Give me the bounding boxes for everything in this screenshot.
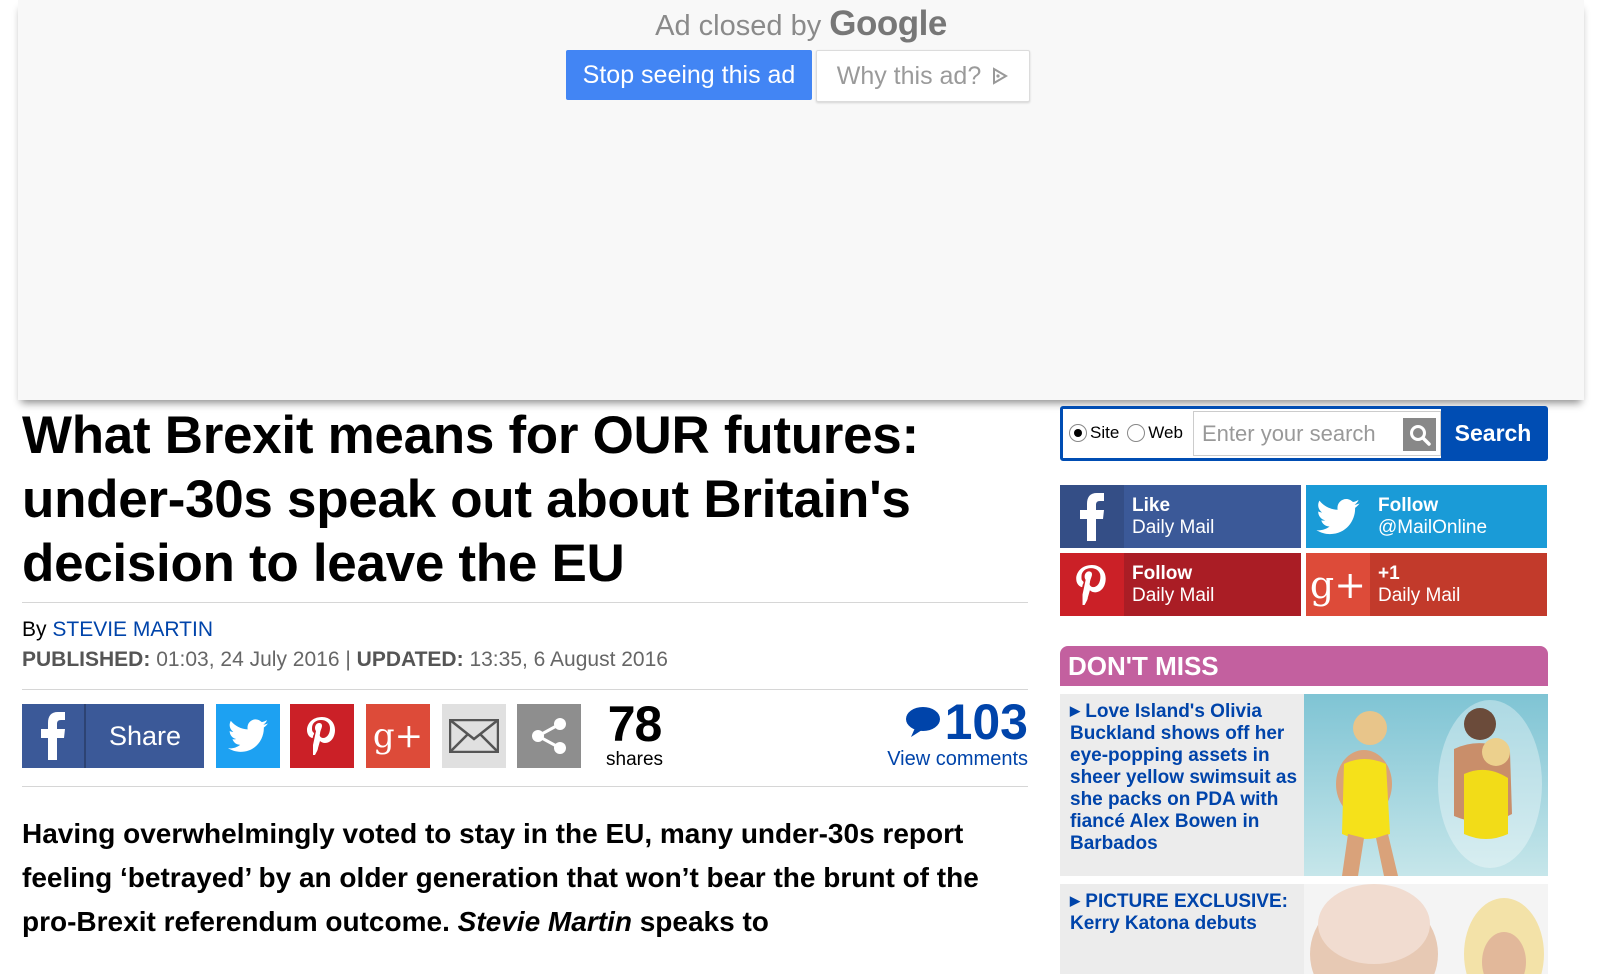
pinterest-share-button[interactable] — [290, 704, 354, 768]
updated-date: 13:35, 6 August 2016 — [469, 648, 668, 671]
view-comments-link[interactable]: View comments — [887, 748, 1028, 770]
comments-counter[interactable]: 103 View comments — [887, 696, 1028, 771]
dont-miss-item[interactable]: ▶ Love Island's Olivia Buckland shows of… — [1060, 694, 1548, 876]
email-share-button[interactable] — [442, 704, 506, 768]
googleplus-plusone-button[interactable]: g+ +1 Daily Mail — [1306, 553, 1547, 616]
twitter-follow-action: Follow — [1378, 494, 1439, 516]
divider — [22, 786, 1028, 787]
radio-web-label: Web — [1148, 423, 1183, 442]
twitter-share-button[interactable] — [216, 704, 280, 768]
byline: By STEVIE MARTIN — [22, 618, 213, 642]
date-separator: | — [345, 648, 351, 671]
facebook-like-action: Like — [1132, 494, 1171, 516]
share-count-number: 78 — [607, 696, 663, 752]
share-count-label: shares — [606, 749, 664, 770]
pinterest-follow-text: Follow Daily Mail — [1124, 563, 1214, 607]
facebook-share-label: Share — [108, 720, 182, 751]
envelope-icon — [449, 719, 499, 753]
pinterest-follow-target: Daily Mail — [1132, 584, 1215, 606]
share-icon — [532, 718, 566, 754]
dont-miss-header: DON'T MISS — [1060, 646, 1548, 686]
facebook-like-button[interactable]: Like Daily Mail — [1060, 485, 1301, 548]
facebook-icon — [1060, 485, 1124, 548]
google-logo: Google — [829, 4, 947, 43]
dont-miss-item-thumbnail[interactable] — [1304, 694, 1548, 876]
pinterest-follow-button[interactable]: Follow Daily Mail — [1060, 553, 1301, 616]
facebook-icon — [22, 704, 86, 768]
stop-seeing-ad-button[interactable]: Stop seeing this ad — [566, 50, 812, 100]
dont-miss-item-text[interactable]: ▶ PICTURE EXCLUSIVE: Kerry Katona debuts — [1070, 890, 1300, 935]
googleplus-action: +1 — [1378, 562, 1400, 584]
search-icon — [1409, 424, 1431, 446]
facebook-like-target: Daily Mail — [1132, 516, 1215, 538]
published-label: PUBLISHED: — [22, 648, 151, 671]
googleplus-text: +1 Daily Mail — [1370, 563, 1460, 607]
divider — [22, 602, 1028, 603]
article-dates: PUBLISHED: 01:03, 24 July 2016 | UPDATED… — [22, 648, 668, 672]
facebook-like-text: Like Daily Mail — [1124, 495, 1214, 539]
divider — [22, 689, 1028, 690]
speech-bubble-icon — [905, 707, 940, 737]
adchoices-icon — [993, 67, 1009, 85]
comments-count-number: 103 — [944, 694, 1028, 750]
share-count: 78 shares — [606, 698, 663, 770]
twitter-icon — [228, 719, 268, 752]
search-scope: Site Web — [1069, 423, 1183, 443]
magnifier-button[interactable] — [1403, 418, 1436, 451]
twitter-follow-button[interactable]: Follow @MailOnline — [1306, 485, 1547, 548]
updated-label: UPDATED: — [356, 648, 464, 671]
ad-container: Ad closed by Google Stop seeing this ad … — [18, 0, 1584, 400]
googleplus-icon: g+ — [372, 716, 424, 756]
twitter-icon — [1306, 485, 1370, 548]
dont-miss-item[interactable]: ▶ PICTURE EXCLUSIVE: Kerry Katona debuts — [1060, 884, 1548, 974]
radio-site-label: Site — [1090, 423, 1120, 442]
ad-closed-message: Ad closed by Google — [18, 4, 1584, 44]
article-lede: Having overwhelmingly voted to stay in t… — [22, 812, 1032, 944]
googleplus-share-button[interactable]: g+ — [366, 704, 430, 768]
more-share-button[interactable] — [517, 704, 581, 768]
radio-web-indicator[interactable] — [1127, 424, 1146, 442]
radio-web[interactable]: Web — [1127, 423, 1183, 443]
googleplus-target: Daily Mail — [1378, 584, 1461, 606]
article-headline: What Brexit means for OUR futures: under… — [22, 406, 919, 593]
radio-site[interactable]: Site — [1069, 423, 1119, 443]
twitter-follow-text: Follow @MailOnline — [1370, 495, 1487, 539]
radio-site-indicator[interactable] — [1069, 424, 1087, 442]
pinterest-icon — [1060, 553, 1124, 616]
lede-author-name: Stevie Martin — [457, 906, 632, 937]
pinterest-follow-action: Follow — [1132, 562, 1193, 584]
googleplus-icon: g+ — [1306, 553, 1370, 616]
twitter-follow-target: @MailOnline — [1378, 516, 1488, 538]
dont-miss-item-headline[interactable]: Love Island's Olivia Buckland shows off … — [1070, 701, 1297, 854]
search-button[interactable]: Search — [1441, 409, 1545, 458]
dont-miss-item-thumbnail[interactable] — [1304, 884, 1548, 974]
why-this-ad-button[interactable]: Why this ad? — [816, 50, 1030, 102]
facebook-share-button[interactable]: Share — [22, 704, 204, 768]
dont-miss-item-text[interactable]: ▶ Love Island's Olivia Buckland shows of… — [1070, 700, 1300, 855]
byline-prefix: By — [22, 618, 47, 641]
triangle-right-icon: ▶ — [1070, 893, 1080, 908]
ad-closed-text: Ad closed by — [655, 10, 822, 42]
pinterest-icon — [307, 717, 335, 755]
dont-miss-item-headline[interactable]: PICTURE EXCLUSIVE: Kerry Katona debuts — [1070, 891, 1288, 934]
lede-text-continued: speaks to — [639, 906, 769, 937]
search-box: Site Web Search — [1060, 406, 1548, 461]
comments-count: 103 — [887, 696, 1028, 748]
published-date: 01:03, 24 July 2016 — [156, 648, 340, 671]
triangle-right-icon: ▶ — [1070, 703, 1080, 718]
why-this-ad-label: Why this ad? — [836, 61, 982, 90]
author-link[interactable]: STEVIE MARTIN — [52, 618, 213, 641]
